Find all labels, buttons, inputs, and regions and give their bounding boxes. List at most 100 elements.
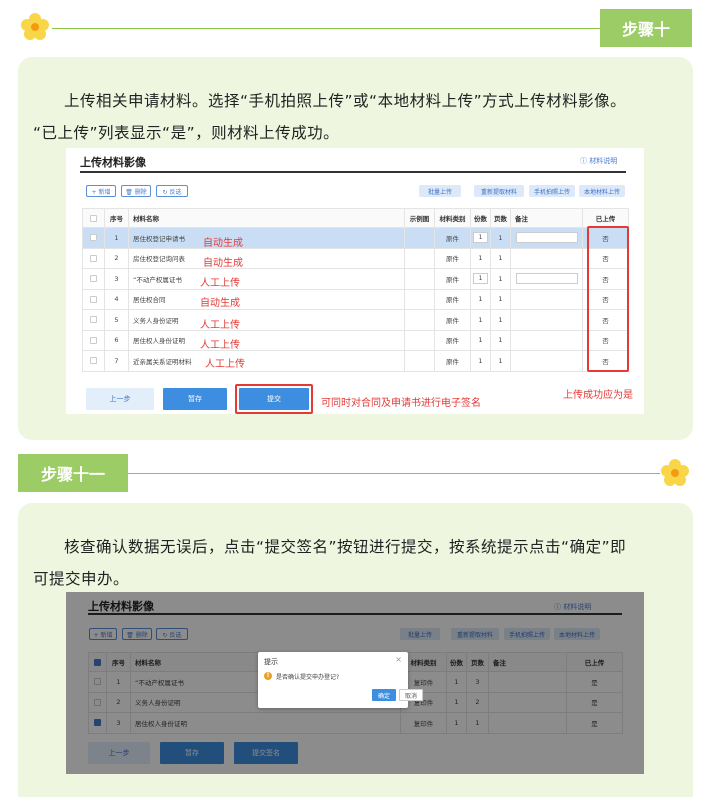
upload-screenshot: 上传材料影像 ⓘ 材料说明 + 新增 🗑 删除 ↻ 反选 批量上传 重新提取材料… — [66, 148, 644, 414]
row-copies: 1 — [470, 350, 491, 372]
warning-icon: ! — [264, 672, 272, 680]
invert-select-button[interactable]: ↻ 反选 — [156, 185, 188, 197]
row-tag: 人工上传 — [200, 278, 240, 289]
row-category: 原件 — [434, 329, 471, 351]
uploaded-column-highlight — [587, 226, 629, 372]
col-example: 示例图 — [404, 208, 435, 228]
row-copies: 1 — [470, 309, 491, 331]
row-no: 7 — [104, 350, 129, 372]
dialog-cancel-button[interactable]: 取消 — [399, 689, 423, 701]
page-title: 上传材料影像 — [80, 156, 146, 169]
phone-upload-button[interactable]: 手机拍照上传 — [529, 185, 575, 197]
table-row[interactable]: 5 义务人身份证明 原件 1 1 否 — [82, 309, 629, 331]
step-10-text-line2: “已上传”列表显示“是”，则材料上传成功。 — [33, 124, 340, 142]
row-tag: 人工上传 — [200, 320, 240, 331]
col-copies: 份数 — [470, 208, 491, 228]
remark-input[interactable] — [515, 232, 578, 244]
step-11-label: 步骤十一 — [18, 454, 128, 492]
table-row[interactable]: 4 居住权合同 原件 1 1 否 — [82, 288, 629, 310]
confirm-screenshot: 上传材料影像 ⓘ 材料说明 + 新增 🗑 删除 ↻ 反选 批量上传 重新提取材料… — [66, 592, 644, 774]
row-category: 原件 — [434, 247, 471, 269]
dialog-ok-button[interactable]: 确定 — [372, 689, 396, 701]
select-all-checkbox[interactable] — [82, 208, 105, 228]
divider-line — [52, 28, 600, 29]
table-row[interactable]: 1 居住权登记申请书 原件 1 1 否 — [82, 227, 629, 249]
row-pages: 1 — [490, 227, 511, 249]
row-pages: 1 — [490, 329, 511, 351]
row-category: 原件 — [434, 309, 471, 331]
copies-input[interactable]: 1 — [473, 273, 488, 285]
submit-button[interactable]: 提交 — [239, 388, 309, 410]
row-tag: 自动生成 — [203, 238, 243, 249]
sign-note: 可同时对合同及申请书进行电子签名 — [321, 398, 481, 409]
row-tag: 自动生成 — [203, 258, 243, 269]
local-upload-button[interactable]: 本地材料上传 — [579, 185, 625, 197]
row-name: “不动产权属证书 — [133, 275, 182, 284]
col-name: 材料名称 — [128, 208, 405, 228]
col-category: 材料类别 — [434, 208, 471, 228]
row-no: 4 — [104, 288, 129, 310]
row-tag: 人工上传 — [205, 359, 245, 370]
row-no: 3 — [104, 268, 129, 290]
material-help-link[interactable]: ⓘ 材料说明 — [580, 156, 617, 166]
materials-table: 序号 材料名称 示例图 材料类别 份数 页数 备注 已上传 1 居住权登记申请书… — [82, 208, 629, 372]
batch-upload-button[interactable]: 批量上传 — [419, 185, 461, 197]
row-copies: 1 — [470, 247, 491, 269]
dialog-title: 提示 — [264, 658, 278, 666]
close-icon[interactable]: × — [395, 655, 402, 664]
row-no: 1 — [104, 227, 129, 249]
row-checkbox[interactable] — [82, 329, 105, 351]
row-pages: 1 — [490, 309, 511, 331]
col-uploaded: 已上传 — [582, 208, 629, 228]
row-category: 原件 — [434, 350, 471, 372]
confirm-dialog: 提示 × ! 是否确认提交申办登记? 确定 取消 — [258, 652, 423, 708]
row-copies: 1 — [470, 288, 491, 310]
col-remark: 备注 — [510, 208, 583, 228]
table-row[interactable]: 7 近亲属关系证明材料 原件 1 1 否 — [82, 350, 629, 372]
remark-input[interactable] — [515, 273, 578, 285]
upload-success-note: 上传成功应为是 — [563, 390, 633, 401]
step-10-label: 步骤十 — [600, 9, 692, 47]
flower-icon — [21, 13, 49, 40]
prev-step-button[interactable]: 上一步 — [86, 388, 154, 410]
table-row[interactable]: 6 居住权人身份证明 原件 1 1 否 — [82, 329, 629, 351]
row-category: 原件 — [434, 268, 471, 290]
step-11-text-line1: 核查确认数据无误后，点击“提交签名”按钮进行提交，按系统提示点击“确定”即 — [64, 538, 627, 556]
row-category: 原件 — [434, 227, 471, 249]
row-name: 义务人身份证明 — [133, 316, 179, 325]
row-tag: 自动生成 — [200, 298, 240, 309]
reextract-button[interactable]: 重新提取材料 — [474, 185, 524, 197]
row-name: 居住权人身份证明 — [133, 337, 185, 346]
add-button[interactable]: + 新增 — [86, 185, 116, 197]
row-no: 2 — [104, 247, 129, 269]
row-category: 原件 — [434, 288, 471, 310]
row-checkbox[interactable] — [82, 247, 105, 269]
row-pages: 1 — [490, 268, 511, 290]
step-11-text-line2: 可提交申办。 — [33, 570, 130, 588]
row-checkbox[interactable] — [82, 350, 105, 372]
delete-button[interactable]: 🗑 删除 — [121, 185, 151, 197]
title-underline — [80, 171, 626, 173]
row-pages: 1 — [490, 288, 511, 310]
col-no: 序号 — [104, 208, 129, 228]
copies-input[interactable]: 1 — [473, 232, 488, 244]
row-name: 房住权登记询问表 — [133, 255, 185, 264]
step-10-text-line1: 上传相关申请材料。选择“手机拍照上传”或“本地材料上传”方式上传材料影像。 — [64, 92, 627, 110]
row-checkbox[interactable] — [82, 227, 105, 249]
row-checkbox[interactable] — [82, 288, 105, 310]
row-pages: 1 — [490, 350, 511, 372]
row-no: 5 — [104, 309, 129, 331]
save-draft-button[interactable]: 暂存 — [163, 388, 227, 410]
row-name: 居住权合同 — [133, 296, 166, 305]
row-name: 近亲属关系证明材料 — [133, 357, 192, 366]
col-pages: 页数 — [490, 208, 511, 228]
table-row[interactable]: 2 房住权登记询问表 原件 1 1 否 — [82, 247, 629, 269]
row-copies: 1 — [470, 329, 491, 351]
row-checkbox[interactable] — [82, 268, 105, 290]
row-pages: 1 — [490, 247, 511, 269]
table-row[interactable]: 3 “不动产权属证书 原件 1 1 否 — [82, 268, 629, 290]
divider-line — [128, 473, 660, 474]
row-tag: 人工上传 — [200, 340, 240, 351]
row-checkbox[interactable] — [82, 309, 105, 331]
row-no: 6 — [104, 329, 129, 351]
